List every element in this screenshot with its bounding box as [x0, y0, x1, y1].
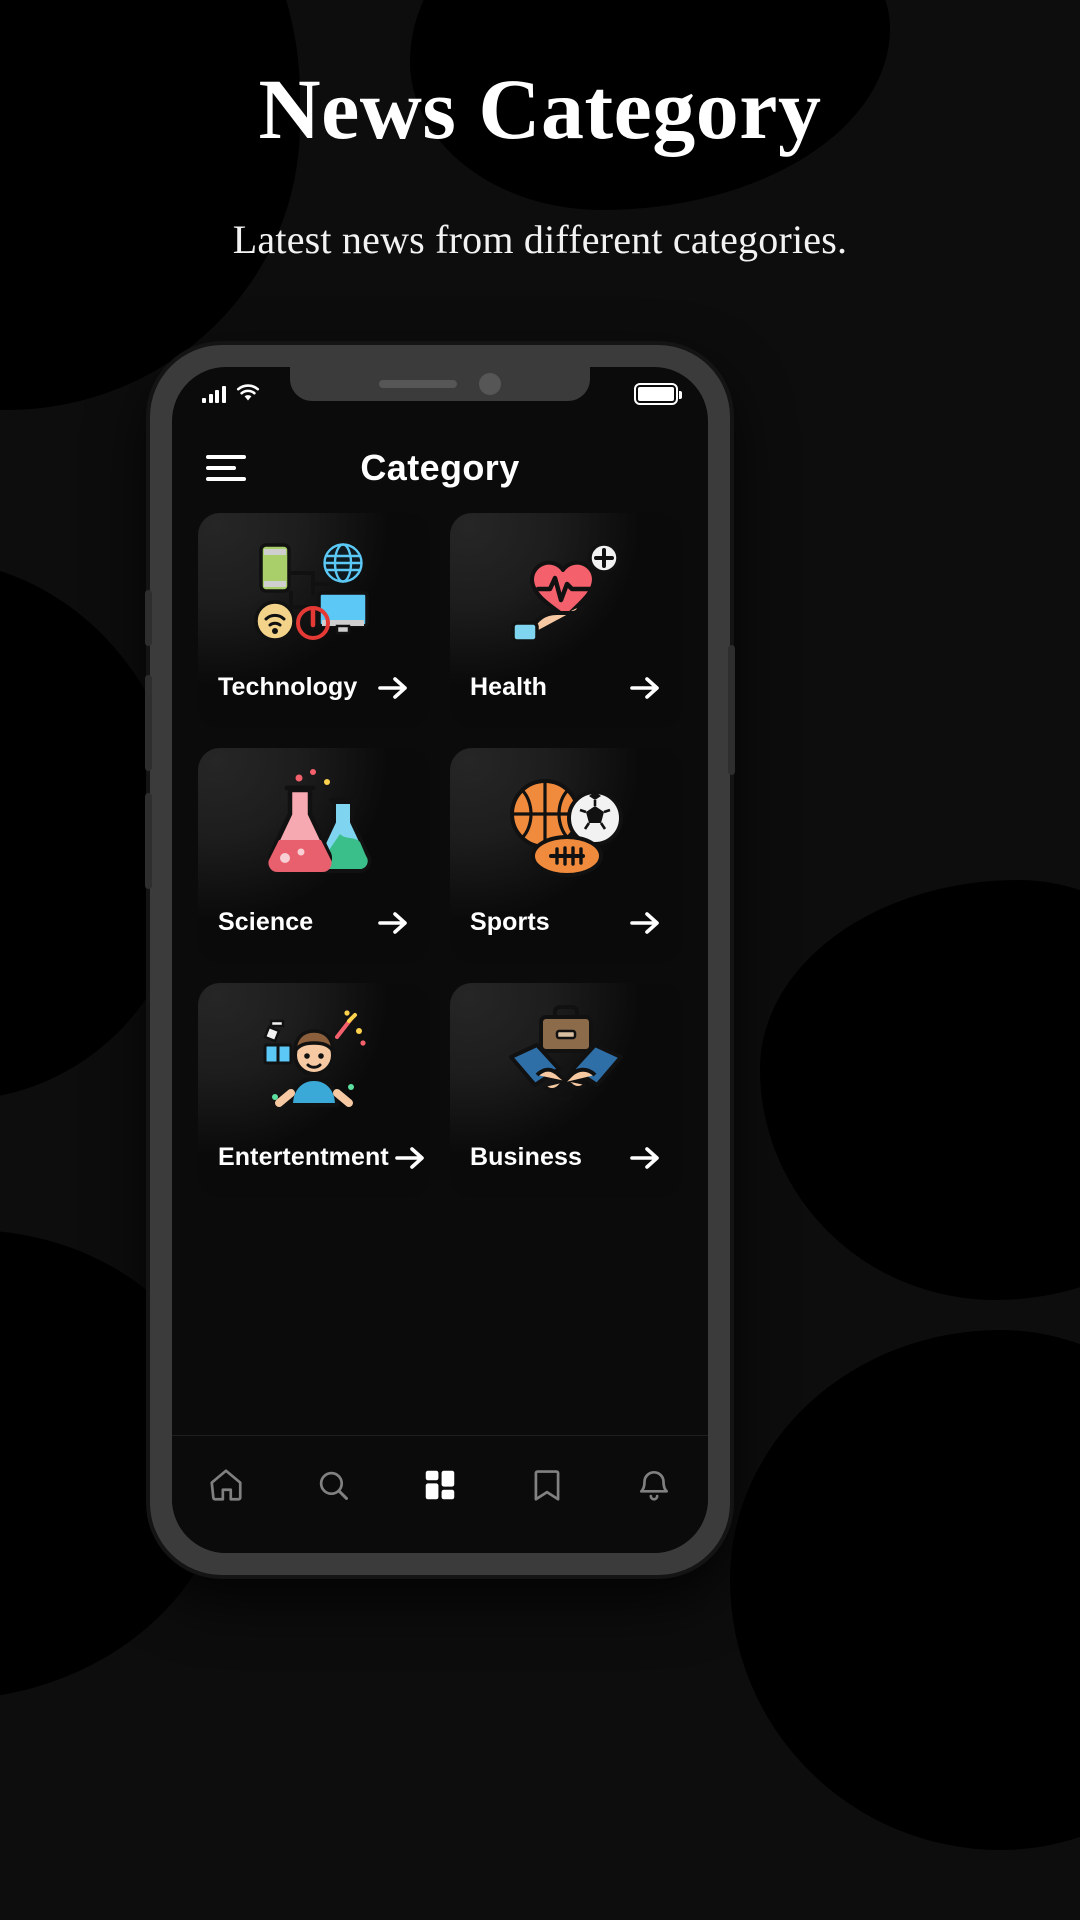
- category-card-footer: Sports: [450, 908, 682, 963]
- sports-balls-icon: [450, 762, 682, 887]
- bookmark-icon: [534, 1470, 560, 1501]
- app-title: Category: [360, 447, 520, 488]
- category-card-science[interactable]: Science: [198, 748, 430, 963]
- category-card-entertainment[interactable]: Entertentment: [198, 983, 430, 1198]
- phone-frame: Category Technology Health Science Sport…: [145, 345, 735, 1575]
- category-label: Sports: [470, 908, 550, 936]
- category-label: Science: [218, 908, 314, 936]
- phone-volume-down-button[interactable]: [145, 793, 152, 889]
- status-bar: [172, 367, 708, 423]
- category-label: Health: [470, 673, 548, 701]
- phone-power-button[interactable]: [728, 645, 735, 775]
- background-blob: [760, 880, 1080, 1300]
- arrow-right-icon[interactable]: [393, 1145, 427, 1171]
- nav-item-categories[interactable]: [421, 1466, 459, 1509]
- phone-mute-switch[interactable]: [145, 590, 152, 646]
- phone-screen: Category Technology Health Science Sport…: [172, 367, 708, 1553]
- signal-bars-icon: [202, 386, 226, 403]
- nav-item-search[interactable]: [314, 1466, 352, 1509]
- background-blob: [730, 1330, 1080, 1850]
- page-header: News Category Latest news from different…: [0, 0, 1080, 263]
- category-card-technology[interactable]: Technology: [198, 513, 430, 728]
- arrow-right-icon[interactable]: [376, 910, 410, 936]
- bottom-navigation-bar: [172, 1435, 708, 1553]
- category-card-footer: Entertentment: [198, 1143, 430, 1198]
- category-card-sports[interactable]: Sports: [450, 748, 682, 963]
- nav-item-notifications[interactable]: [635, 1466, 673, 1509]
- category-card-health[interactable]: Health: [450, 513, 682, 728]
- status-bar-left: [202, 383, 261, 403]
- category-card-footer: Business: [450, 1143, 682, 1198]
- grid-icon: [425, 1470, 455, 1500]
- battery-icon: [634, 383, 682, 405]
- technology-icon: [198, 527, 430, 652]
- category-grid: Technology Health Science Sports Enterte…: [172, 507, 708, 1198]
- arrow-right-icon[interactable]: [628, 1145, 662, 1171]
- phone-volume-up-button[interactable]: [145, 675, 152, 771]
- app-header: Category: [172, 423, 708, 507]
- page-title: News Category: [258, 61, 822, 157]
- bell-icon: [640, 1470, 669, 1501]
- category-card-footer: Science: [198, 908, 430, 963]
- category-card-footer: Health: [450, 673, 682, 728]
- category-label: Business: [470, 1143, 582, 1171]
- category-card-footer: Technology: [198, 673, 430, 728]
- business-icon: [450, 997, 682, 1122]
- science-flask-icon: [198, 762, 430, 887]
- nav-item-home[interactable]: [207, 1466, 245, 1509]
- search-icon: [319, 1471, 348, 1500]
- category-label: Technology: [218, 673, 358, 701]
- category-card-business[interactable]: Business: [450, 983, 682, 1198]
- page-subtitle: Latest news from different categories.: [232, 217, 848, 262]
- arrow-right-icon[interactable]: [376, 675, 410, 701]
- category-label: Entertentment: [218, 1143, 389, 1171]
- arrow-right-icon[interactable]: [628, 675, 662, 701]
- phone-mockup: Category Technology Health Science Sport…: [145, 345, 735, 1575]
- health-heart-icon: [450, 527, 682, 652]
- nav-item-bookmarks[interactable]: [528, 1466, 566, 1509]
- home-icon: [209, 1469, 242, 1501]
- entertainment-icon: [198, 997, 430, 1122]
- wifi-icon: [236, 384, 259, 401]
- arrow-right-icon[interactable]: [628, 910, 662, 936]
